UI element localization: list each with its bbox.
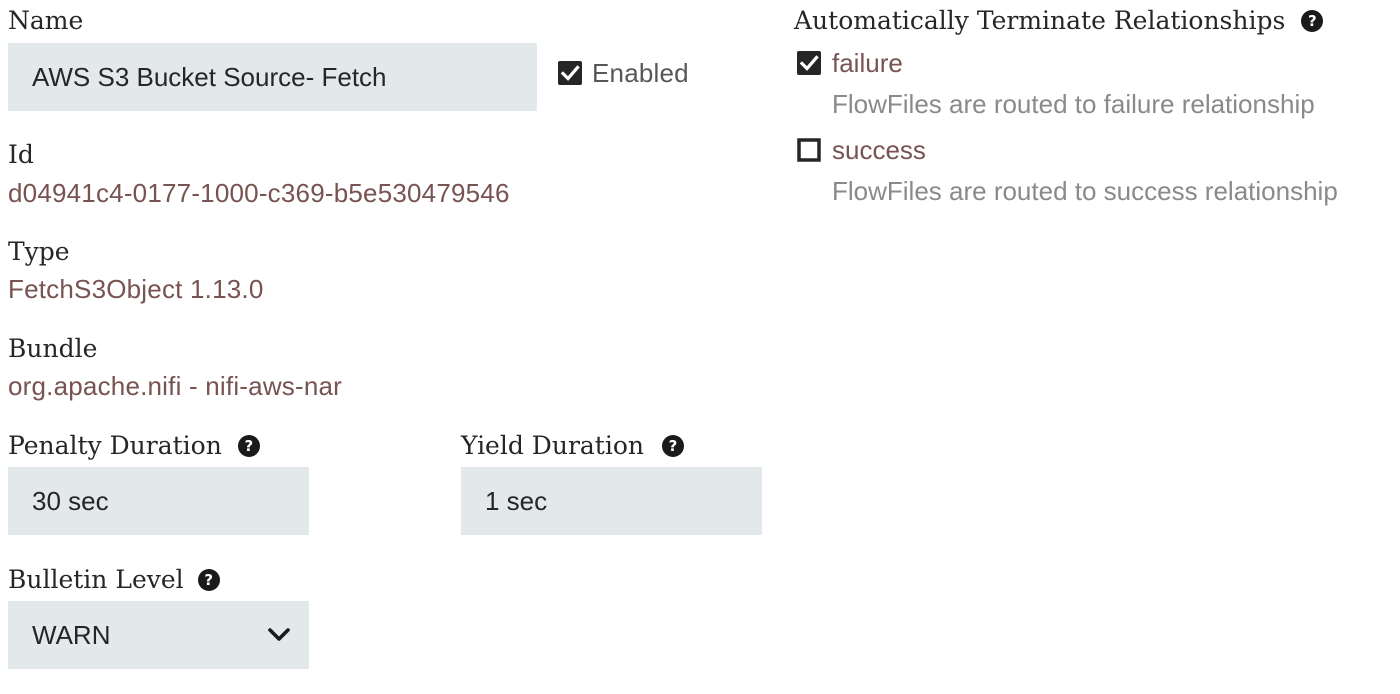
id-label: Id	[8, 140, 34, 169]
help-circle-icon[interactable]: ?	[197, 569, 220, 591]
bundle-value: org.apache.nifi - nifi-aws-nar	[8, 371, 343, 401]
yield-duration-label: Yield Duration	[461, 431, 644, 460]
checkbox-unchecked-icon	[797, 138, 821, 162]
name-input-value: AWS S3 Bucket Source- Fetch	[32, 61, 387, 92]
penalty-duration-input[interactable]: 30 sec	[8, 467, 309, 535]
yield-duration-input[interactable]: 1 sec	[461, 467, 762, 535]
yield-duration-value: 1 sec	[485, 485, 548, 516]
penalty-duration-label: Penalty Duration	[8, 431, 222, 460]
relationship-success-name: success	[832, 135, 926, 165]
enabled-label: Enabled	[592, 58, 689, 88]
relationship-success-checkbox[interactable]: success	[797, 135, 926, 165]
penalty-duration-value: 30 sec	[32, 485, 109, 516]
relationship-failure-checkbox[interactable]: failure	[797, 48, 903, 78]
bulletin-level-select[interactable]: WARN	[8, 601, 309, 669]
id-value: d04941c4-0177-1000-c369-b5e530479546	[8, 178, 510, 208]
relationship-failure-name: failure	[832, 48, 903, 78]
checkbox-checked-icon	[558, 61, 582, 85]
relationship-success-description: FlowFiles are routed to success relation…	[832, 176, 1338, 206]
name-label: Name	[8, 6, 84, 35]
help-circle-icon[interactable]: ?	[662, 435, 684, 457]
type-label: Type	[8, 237, 70, 266]
bulletin-level-label-row: Bulletin Level ?	[8, 565, 220, 595]
yield-duration-label-row: Yield Duration ?	[461, 431, 684, 461]
type-value: FetchS3Object 1.13.0	[8, 274, 264, 304]
help-circle-icon[interactable]: ?	[1301, 10, 1324, 32]
name-input[interactable]: AWS S3 Bucket Source- Fetch	[8, 43, 537, 111]
relationship-failure-description: FlowFiles are routed to failure relation…	[832, 89, 1315, 119]
bulletin-level-selected: WARN	[32, 619, 111, 650]
help-circle-icon[interactable]: ?	[237, 435, 260, 457]
bulletin-level-label: Bulletin Level	[8, 565, 184, 594]
auto-terminate-label: Automatically Terminate Relationships	[794, 6, 1286, 35]
enabled-checkbox[interactable]: Enabled	[558, 58, 689, 88]
auto-terminate-label-row: Automatically Terminate Relationships ?	[794, 6, 1324, 36]
bundle-label: Bundle	[8, 334, 98, 363]
penalty-duration-label-row: Penalty Duration ?	[8, 431, 260, 461]
chevron-down-icon	[268, 628, 290, 641]
checkbox-checked-icon	[797, 51, 821, 75]
